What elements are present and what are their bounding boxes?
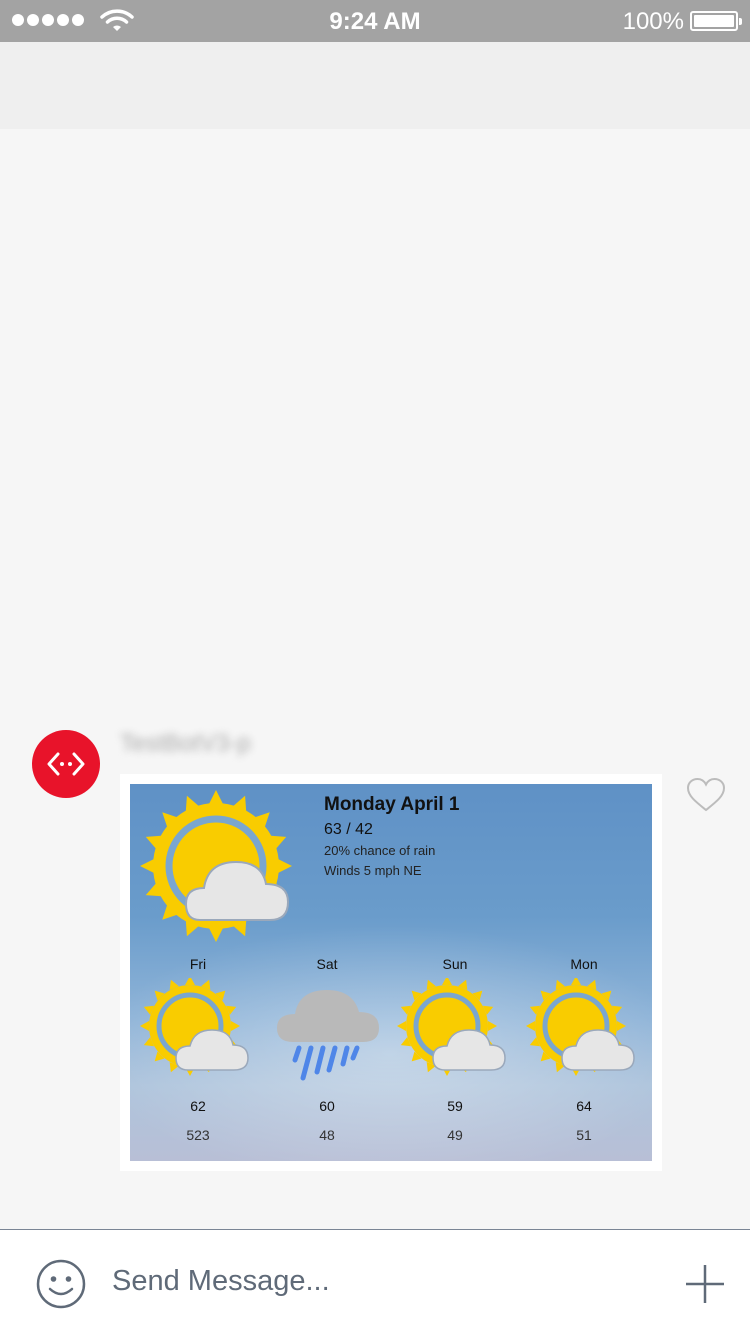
navigation-bar	[0, 42, 750, 129]
weather-card[interactable]: Monday April 1 63 / 42 20% chance of rai…	[120, 774, 662, 1171]
forecast-date: Monday April 1	[324, 794, 460, 815]
forecast-day: Sat 60 48	[267, 956, 387, 1143]
forecast-day: Mon 64 51	[524, 956, 644, 1143]
day-low: 49	[447, 1127, 463, 1143]
forecast-rain-chance: 20% chance of rain	[324, 843, 436, 858]
emoji-icon[interactable]	[36, 1259, 86, 1309]
day-low: 523	[186, 1127, 210, 1143]
partly-cloudy-icon	[397, 976, 506, 1076]
sender-name: TestBotV3-p	[120, 730, 251, 757]
code-icon	[47, 752, 85, 776]
heart-icon[interactable]	[686, 777, 726, 813]
day-high: 62	[190, 1098, 206, 1114]
forecast-wind: Winds 5 mph NE	[324, 863, 422, 878]
forecast-day: Fri 62 523	[138, 956, 258, 1143]
bot-avatar[interactable]	[32, 730, 100, 798]
forecast-day: Sun 59 49	[395, 956, 515, 1143]
day-name: Mon	[570, 956, 598, 972]
day-name: Sun	[442, 956, 468, 972]
status-bar: 9:24 AM 100%	[0, 0, 750, 42]
message-input[interactable]: Send Message...	[112, 1265, 330, 1298]
day-high: 59	[447, 1098, 463, 1114]
day-high: 60	[319, 1098, 335, 1114]
partly-cloudy-icon	[140, 790, 292, 942]
day-low: 48	[319, 1127, 335, 1143]
day-high: 64	[576, 1098, 592, 1114]
battery-icon	[690, 11, 742, 31]
forecast-temperature: 63 / 42	[324, 821, 373, 838]
battery-percentage: 100%	[622, 8, 684, 35]
day-name: Sat	[316, 956, 338, 972]
partly-cloudy-icon	[140, 976, 249, 1076]
partly-cloudy-icon	[526, 976, 635, 1076]
message-composer: Send Message...	[0, 1229, 750, 1334]
weather-card-background: Monday April 1 63 / 42 20% chance of rai…	[130, 784, 652, 1161]
rain-icon	[277, 990, 379, 1081]
day-low: 51	[576, 1127, 592, 1143]
plus-icon[interactable]	[684, 1263, 726, 1305]
day-name: Fri	[189, 956, 207, 972]
